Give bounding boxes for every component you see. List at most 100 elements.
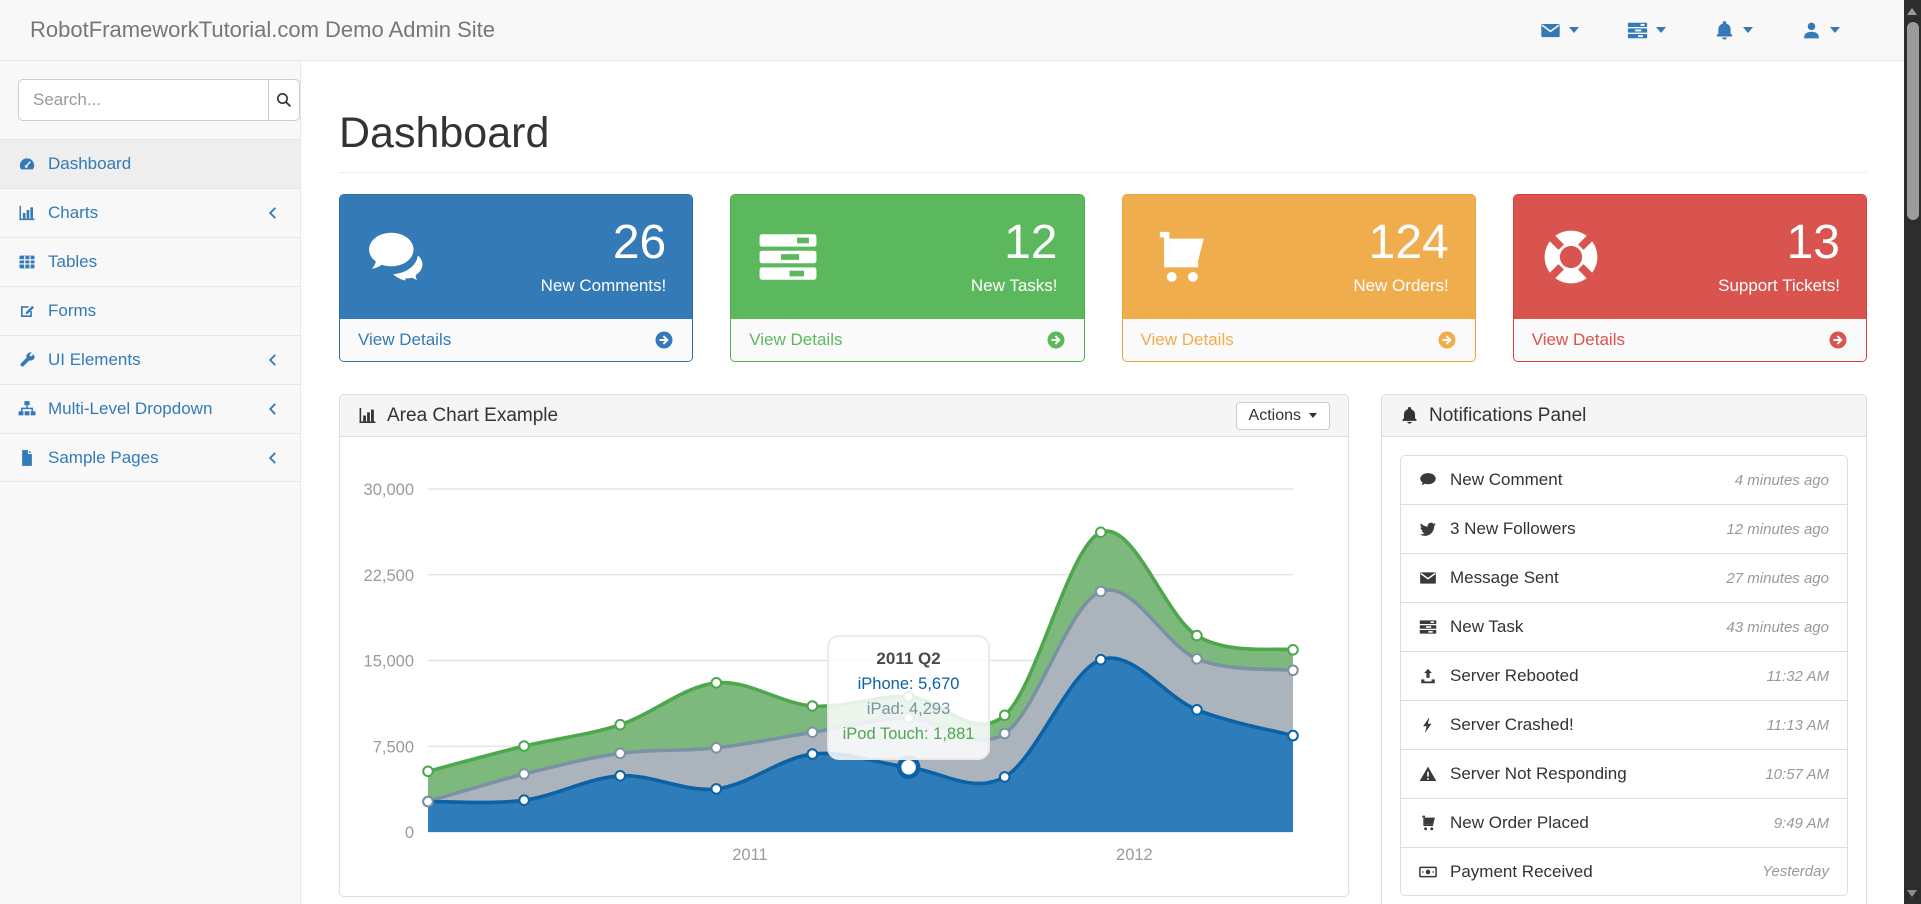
money-icon xyxy=(1419,863,1450,881)
angle-left-icon xyxy=(264,400,282,418)
notification-time: 9:49 AM xyxy=(1774,815,1829,832)
sidebar-item-label: Sample Pages xyxy=(48,448,264,468)
view-details-link[interactable]: View Details xyxy=(1514,319,1866,361)
tasks-icon xyxy=(1419,618,1450,636)
page-header: Dashboard xyxy=(339,109,1867,173)
stat-card-value: 26 xyxy=(541,218,667,268)
scrollbar-up-icon[interactable] xyxy=(1907,8,1917,15)
caret-down-icon xyxy=(1309,413,1317,418)
sidebar-search xyxy=(18,79,282,121)
area-chart-panel-heading: Area Chart Example Actions xyxy=(340,395,1348,437)
browser-scrollbar[interactable] xyxy=(1904,0,1921,904)
wrench-icon xyxy=(18,351,48,369)
caret-down-icon xyxy=(1569,27,1579,33)
angle-left-icon xyxy=(264,449,282,467)
sidebar-item-ui-elements[interactable]: UI Elements xyxy=(0,335,300,384)
view-details-link[interactable]: View Details xyxy=(1123,319,1475,361)
scrollbar-down-icon[interactable] xyxy=(1907,890,1917,897)
navbar-dropdowns xyxy=(1516,20,1864,41)
notification-time: 4 minutes ago xyxy=(1735,472,1829,489)
sidebar-item-label: Multi-Level Dropdown xyxy=(48,399,264,419)
notification-label: Server Not Responding xyxy=(1450,764,1627,784)
table-icon xyxy=(18,253,48,271)
actions-dropdown-label: Actions xyxy=(1249,407,1301,425)
navbar-dropdown-tasks[interactable] xyxy=(1603,20,1690,41)
sidebar-item-charts[interactable]: Charts xyxy=(0,188,300,237)
svg-text:30,000: 30,000 xyxy=(364,481,414,499)
sidebar-item-label: Tables xyxy=(48,252,282,272)
stat-cards-row: 26New Comments!View Details12New Tasks!V… xyxy=(339,194,1867,362)
bolt-icon xyxy=(1419,716,1450,734)
sidebar: DashboardCharts Tables Forms UI Elements Mul… xyxy=(0,61,301,904)
navbar-dropdown-envelope[interactable] xyxy=(1516,20,1603,41)
cart-icon xyxy=(1419,814,1450,832)
notification-item-new-comment[interactable]: New Comment 4 minutes ago xyxy=(1400,455,1848,504)
notification-item-server-rebooted[interactable]: Server Rebooted11:32 AM xyxy=(1400,651,1848,700)
envelope-icon xyxy=(1419,569,1450,587)
caret-down-icon xyxy=(1830,27,1840,33)
notifications-panel-title: Notifications Panel xyxy=(1429,405,1586,427)
search-button[interactable] xyxy=(268,79,300,121)
stat-card-label: New Tasks! xyxy=(971,276,1058,296)
navbar-dropdown-user[interactable] xyxy=(1777,20,1864,41)
page-title: Dashboard xyxy=(339,109,1867,158)
arrow-circle-right-icon xyxy=(654,330,674,350)
notifications-body: New Comment4 minutes ago3 New Followers1… xyxy=(1382,437,1866,904)
notification-item-payment-received[interactable]: Payment ReceivedYesterday xyxy=(1400,847,1848,896)
navbar-dropdown-bell[interactable] xyxy=(1690,20,1777,41)
comment-icon xyxy=(1419,471,1450,489)
sitemap-icon xyxy=(18,400,48,418)
stat-card-label: New Orders! xyxy=(1353,276,1448,296)
notification-item-new-order-placed[interactable]: New Order Placed 9:49 AM xyxy=(1400,798,1848,847)
sidebar-item-label: UI Elements xyxy=(48,350,264,370)
view-details-label: View Details xyxy=(1141,330,1234,350)
stat-card-numbers: 26New Comments! xyxy=(541,218,667,295)
arrow-circle-right-icon xyxy=(1046,330,1066,350)
sidebar-item-label: Forms xyxy=(48,301,282,321)
notification-label: New Comment xyxy=(1450,470,1562,490)
stat-card-numbers: 124New Orders! xyxy=(1353,218,1448,295)
life-ring-icon xyxy=(1540,226,1602,288)
scrollbar-thumb[interactable] xyxy=(1907,22,1919,220)
view-details-link[interactable]: View Details xyxy=(340,319,692,361)
notification-item-server-crashed[interactable]: Server Crashed!11:13 AM xyxy=(1400,700,1848,749)
svg-text:15,000: 15,000 xyxy=(364,653,414,671)
view-details-link[interactable]: View Details xyxy=(731,319,1083,361)
stat-card-numbers: 13Support Tickets! xyxy=(1718,218,1840,295)
sidebar-item-tables[interactable]: Tables xyxy=(0,237,300,286)
stat-card-top: 26New Comments! xyxy=(340,195,692,319)
view-details-label: View Details xyxy=(1532,330,1625,350)
notifications-list: New Comment4 minutes ago3 New Followers1… xyxy=(1400,455,1848,896)
notification-time: Yesterday xyxy=(1762,863,1829,880)
bell-icon xyxy=(1400,406,1419,425)
arrow-circle-right-icon xyxy=(1828,330,1848,350)
notification-label: New Order Placed xyxy=(1450,813,1589,833)
sidebar-item-multi-level-dropdown[interactable]: Multi-Level Dropdown xyxy=(0,384,300,433)
notification-label: 3 New Followers xyxy=(1450,519,1576,539)
area-chart-panel-title-wrap: Area Chart Example xyxy=(358,405,558,427)
sidebar-item-forms[interactable]: Forms xyxy=(0,286,300,335)
warning-icon xyxy=(1419,765,1450,783)
notification-time: 43 minutes ago xyxy=(1726,619,1829,636)
stat-card-new-orders: 124New Orders! View Details xyxy=(1122,194,1476,362)
search-input[interactable] xyxy=(18,79,268,121)
comments-icon xyxy=(366,226,428,288)
dashboard-icon xyxy=(18,155,48,173)
search-icon xyxy=(275,91,293,109)
stat-card-top: 124New Orders! xyxy=(1123,195,1475,319)
tasks-icon xyxy=(1627,20,1648,41)
notification-item-new-task[interactable]: New Task43 minutes ago xyxy=(1400,602,1848,651)
notification-item-server-not-responding[interactable]: Server Not Responding10:57 AM xyxy=(1400,749,1848,798)
sidebar-item-sample-pages[interactable]: Sample Pages xyxy=(0,433,300,482)
actions-dropdown-button[interactable]: Actions xyxy=(1236,402,1330,430)
notification-label: Server Crashed! xyxy=(1450,715,1574,735)
notifications-panel-heading: Notifications Panel xyxy=(1382,395,1866,437)
notifications-panel-title-wrap: Notifications Panel xyxy=(1400,405,1586,427)
upload-icon xyxy=(1419,667,1450,685)
notification-time: 11:32 AM xyxy=(1766,668,1829,685)
notification-item-3-new-followers[interactable]: 3 New Followers12 minutes ago xyxy=(1400,504,1848,553)
sidebar-item-dashboard[interactable]: Dashboard xyxy=(0,139,300,188)
notification-item-message-sent[interactable]: Message Sent27 minutes ago xyxy=(1400,553,1848,602)
panels-row: Area Chart Example Actions 07,50015,0002… xyxy=(339,394,1867,904)
twitter-icon xyxy=(1419,520,1450,538)
